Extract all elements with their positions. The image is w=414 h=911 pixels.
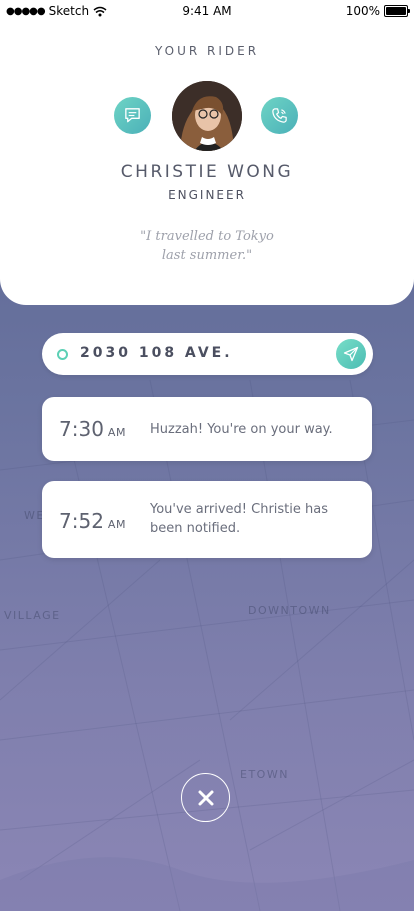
event-time-ampm: AM	[107, 426, 126, 439]
rider-quote-line-1: "I travelled to Tokyo	[140, 229, 274, 244]
message-button[interactable]	[114, 97, 151, 134]
location-dot-icon	[57, 349, 68, 360]
event-time: 7:52 AM	[59, 509, 126, 533]
destination-address-bar[interactable]: 2030 108 AVE.	[42, 333, 373, 375]
map-label-village: VILLAGE	[4, 609, 61, 622]
event-time-ampm: AM	[107, 518, 126, 531]
battery-icon	[384, 5, 410, 17]
event-time-value: 7:52	[59, 509, 104, 533]
trip-event-card: 7:30 AM Huzzah! You're on your way.	[42, 397, 372, 461]
status-bar: ●●●●● Sketch 9:41 AM 100%	[0, 0, 414, 22]
rider-photo	[172, 81, 242, 151]
destination-address: 2030 108 AVE.	[80, 345, 233, 361]
ride-status-screen: VILLAGE DOWNTOWN WE ETOWN YOUR RIDER CHR…	[0, 0, 414, 911]
close-icon	[198, 790, 213, 805]
avatar	[172, 81, 242, 151]
section-label: YOUR RIDER	[154, 44, 260, 58]
map-label-etown: ETOWN	[240, 768, 289, 781]
close-button[interactable]	[181, 773, 230, 822]
event-time: 7:30 AM	[59, 417, 126, 441]
status-bar-right: 100%	[345, 4, 410, 18]
rider-name: CHRISTIE WONG	[120, 162, 294, 182]
rider-quote: "I travelled to Tokyo last summer."	[120, 227, 294, 265]
navigation-arrow-icon	[343, 346, 359, 362]
chat-bubble-icon	[125, 108, 140, 123]
rider-quote-line-2: last summer."	[161, 248, 253, 263]
battery-percent: 100%	[345, 4, 380, 18]
event-message: Huzzah! You're on your way.	[150, 422, 333, 437]
map-label-downtown: DOWNTOWN	[248, 604, 331, 617]
event-message: You've arrived! Christie has been notifi…	[150, 502, 328, 536]
trip-event-card: 7:52 AM You've arrived! Christie has been…	[42, 481, 372, 558]
rider-job-title: ENGINEER	[168, 188, 246, 202]
rider-card: YOUR RIDER CHRISTIE WONG ENGINEER "I tra…	[0, 0, 414, 305]
navigate-button[interactable]	[336, 339, 366, 369]
call-button[interactable]	[261, 97, 298, 134]
phone-icon	[272, 108, 287, 123]
event-time-value: 7:30	[59, 417, 104, 441]
